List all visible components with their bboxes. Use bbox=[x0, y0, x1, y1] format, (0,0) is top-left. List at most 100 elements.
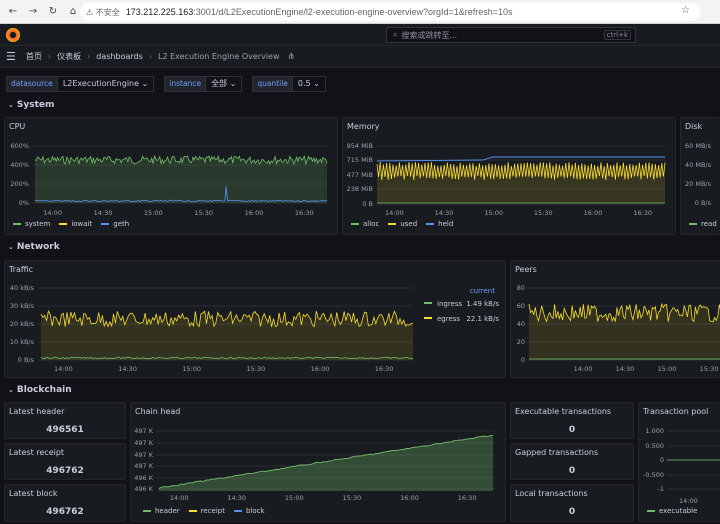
home-icon[interactable]: ⌂ bbox=[66, 5, 80, 19]
legend-item[interactable]: geth bbox=[101, 220, 129, 228]
x-tick-label: 14:30 bbox=[435, 209, 454, 217]
chevron-down-icon: ⌄ bbox=[8, 243, 14, 251]
reload-icon[interactable]: ↻ bbox=[46, 5, 60, 19]
panel-cpu[interactable]: CPU 600% 400% 200% 0% 14:00 14:30 15:00 15:… bbox=[4, 117, 338, 235]
memory-chart: 954 MiB 715 MiB 477 MiB 238 MiB 0 B 14:0… bbox=[347, 142, 666, 217]
x-tick-label: 16:00 bbox=[584, 209, 603, 217]
share-icon[interactable]: ⋔ bbox=[288, 52, 296, 62]
legend-item[interactable]: header bbox=[143, 507, 180, 515]
x-tick-label: 16:00 bbox=[245, 209, 264, 217]
row-blockchain-title: Blockchain bbox=[16, 385, 72, 395]
traffic-y-tick: 0 B/s bbox=[18, 356, 35, 364]
legend-item[interactable]: system bbox=[13, 220, 50, 228]
legend-label: iowait bbox=[71, 220, 93, 228]
legend-item[interactable]: executable bbox=[647, 507, 697, 515]
search-input[interactable]: ⌕ 搜索或跳转至... ctrl+k bbox=[386, 27, 636, 43]
url-text: 173.212.225.163:3001/d/L2ExecutionEngine… bbox=[126, 7, 513, 17]
peers-chart: 80 60 40 20 0 14:00 14:30 15:00 15:30 bbox=[517, 284, 720, 373]
search-shortcut: ctrl+k bbox=[603, 30, 631, 40]
stat-value: 0 bbox=[568, 425, 576, 435]
legend-label: header bbox=[155, 507, 180, 515]
transaction-pool-legend: executable bbox=[647, 507, 706, 515]
legend-swatch bbox=[426, 223, 435, 225]
legend-label: executable bbox=[659, 507, 698, 515]
cpu-chart: 600% 400% 200% 0% 14:00 14:30 15:00 15:30 16… bbox=[10, 142, 328, 217]
panel-memory[interactable]: Memory 954 MiB 715 MiB 477 MiB 238 MiB 0… bbox=[342, 117, 676, 235]
back-icon[interactable]: ← bbox=[6, 5, 20, 19]
chevron-down-icon: ⌄ bbox=[8, 386, 14, 394]
chevron-down-icon: ⌄ bbox=[8, 101, 14, 109]
panel-latest-header[interactable]: Latest header 496561 bbox=[4, 402, 126, 439]
traffic-legend-egress[interactable]: egress 22.1 kB/s bbox=[424, 315, 499, 323]
legend-swatch bbox=[234, 510, 242, 512]
dashboard-variables: datasource L2ExecutionEngine ⌄ instance … bbox=[6, 76, 336, 92]
peers-y-tick: 60 bbox=[517, 302, 525, 310]
x-tick-label: 14:00 bbox=[170, 494, 189, 502]
traffic-legend-header: current bbox=[470, 287, 496, 295]
legend-item[interactable]: block bbox=[234, 507, 265, 515]
panel-gapped-transactions[interactable]: Gapped transactions 0 bbox=[510, 443, 634, 480]
panel-disk[interactable]: Disk 60 MB/s 40 MB/s 20 MB/s 0 B/s read bbox=[680, 117, 720, 235]
stat-value: 496762 bbox=[46, 466, 84, 476]
legend-swatch bbox=[101, 223, 110, 225]
legend-item[interactable]: alloc bbox=[351, 220, 379, 228]
panel-latest-block[interactable]: Latest block 496762 bbox=[4, 484, 126, 522]
x-tick-label: 16:00 bbox=[400, 494, 419, 502]
breadcrumb-dashboards-cn[interactable]: 仪表板 bbox=[57, 51, 81, 62]
grafana-logo-icon[interactable] bbox=[6, 28, 20, 42]
chain-head-y-tick: 497 K bbox=[134, 439, 153, 447]
transaction-pool-y-tick: 0.500 bbox=[645, 442, 664, 450]
panel-executable-transactions[interactable]: Executable transactions 0 bbox=[510, 402, 634, 439]
legend-value: 1.49 kB/s bbox=[466, 300, 499, 308]
legend-swatch bbox=[351, 223, 359, 225]
memory-legend: alloc used held bbox=[351, 220, 462, 228]
disk-chart: 60 MB/s 40 MB/s 20 MB/s 0 B/s bbox=[685, 142, 712, 207]
menu-icon[interactable]: ☰ bbox=[6, 50, 16, 63]
legend-item[interactable]: receipt bbox=[188, 507, 225, 515]
breadcrumb: ☰ 首页 › 仪表板 › dashboards › L2 Execution E… bbox=[0, 46, 720, 68]
legend-item[interactable]: held bbox=[426, 220, 453, 228]
panel-transaction-pool[interactable]: Transaction pool 1.000 0.500 0 -0.500 -1… bbox=[638, 402, 720, 522]
search-placeholder: 搜索或跳转至... bbox=[401, 30, 458, 40]
legend-label: egress bbox=[437, 315, 460, 323]
disk-y-tick: 0 B/s bbox=[695, 199, 712, 207]
row-blockchain[interactable]: ⌄ Blockchain bbox=[8, 385, 72, 395]
row-network[interactable]: ⌄ Network bbox=[8, 242, 60, 252]
x-tick-label: 16:30 bbox=[458, 494, 477, 502]
x-tick-label: 15:30 bbox=[343, 494, 362, 502]
legend-item[interactable]: read bbox=[689, 220, 717, 228]
variable-instance-label: instance bbox=[164, 76, 207, 92]
panel-local-transactions[interactable]: Local transactions 0 bbox=[510, 484, 634, 522]
address-bar[interactable]: ⚠ 不安全 173.212.225.163:3001/d/L2Execution… bbox=[80, 3, 700, 21]
x-tick-label: 15:00 bbox=[285, 494, 304, 502]
row-system[interactable]: ⌄ System bbox=[8, 100, 54, 110]
row-network-title: Network bbox=[16, 242, 60, 252]
x-tick-label: 16:30 bbox=[295, 209, 314, 217]
breadcrumb-dashboards-folder[interactable]: dashboards bbox=[96, 52, 143, 61]
panel-latest-receipt[interactable]: Latest receipt 496762 bbox=[4, 443, 126, 480]
disk-legend: read bbox=[689, 220, 720, 228]
x-tick-label: 15:00 bbox=[182, 365, 201, 373]
variable-datasource-select[interactable]: L2ExecutionEngine ⌄ bbox=[57, 76, 155, 92]
breadcrumb-current: L2 Execution Engine Overview bbox=[157, 52, 280, 61]
legend-item[interactable]: iowait bbox=[59, 220, 92, 228]
panel-traffic[interactable]: Traffic 40 kB/s 30 kB/s 20 kB/s 10 kB/s … bbox=[4, 260, 506, 378]
forward-icon[interactable]: → bbox=[26, 5, 40, 19]
panel-peers[interactable]: Peers 80 60 40 20 0 14:00 14:30 15:00 15… bbox=[510, 260, 720, 378]
traffic-legend-ingress[interactable]: ingress 1.49 kB/s bbox=[424, 300, 499, 308]
variable-instance-select[interactable]: 全部 ⌄ bbox=[206, 76, 243, 92]
chain-head-chart: 497 K 497 K 497 K 497 K 496 K 496 K 14:0… bbox=[134, 427, 495, 502]
legend-label: system bbox=[25, 220, 51, 228]
variable-quantile-select[interactable]: 0.5 ⌄ bbox=[292, 76, 326, 92]
security-warning[interactable]: ⚠ 不安全 bbox=[86, 7, 120, 18]
panel-chain-head[interactable]: Chain head 497 K 497 K 497 K 497 K 496 K… bbox=[130, 402, 506, 522]
traffic-x-axis: 14:00 14:30 15:00 15:30 16:00 16:30 bbox=[54, 365, 393, 373]
transaction-pool-chart: 1.000 0.500 0 -0.500 -1 14:00 bbox=[643, 427, 720, 505]
breadcrumb-home[interactable]: 首页 bbox=[26, 51, 42, 62]
x-tick-label: 16:30 bbox=[633, 209, 652, 217]
url-path: :3001/d/L2ExecutionEngine/l2-execution-e… bbox=[193, 7, 513, 17]
bookmark-star-icon[interactable]: ☆ bbox=[681, 5, 690, 16]
legend-item[interactable]: used bbox=[388, 220, 417, 228]
x-tick-label: 15:30 bbox=[194, 209, 213, 217]
traffic-chart: 40 kB/s 30 kB/s 20 kB/s 10 kB/s 0 B/s 14… bbox=[10, 284, 499, 373]
